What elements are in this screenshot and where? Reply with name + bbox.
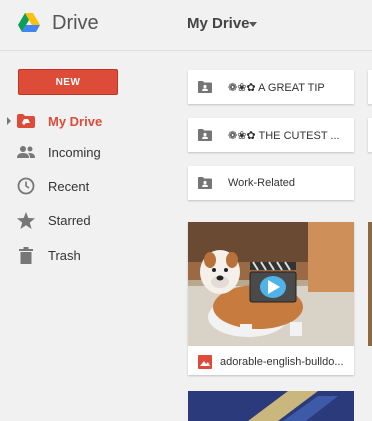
file-thumbnail[interactable] [188,391,354,421]
sidebar-item-label: My Drive [48,113,103,129]
sidebar-item-trash[interactable]: Trash [0,241,170,269]
file-item[interactable] [368,222,372,346]
shared-folder-icon [198,81,212,93]
trash-icon [16,245,36,265]
sidebar-item-label: Starred [48,212,91,228]
image-file-icon [198,355,212,369]
folder-item[interactable] [368,70,372,104]
sidebar-item-my-drive[interactable]: My Drive [0,107,170,135]
sidebar-item-recent[interactable]: Recent [0,172,170,200]
people-icon [16,142,36,162]
sidebar-item-label: Trash [48,247,81,263]
star-icon [16,210,36,230]
folder-name: ❁❀✿ A GREAT TIP [228,81,325,94]
chevron-down-icon[interactable] [249,22,257,27]
sidebar-item-label: Incoming [48,144,101,160]
drive-folder-icon [16,111,36,131]
folder-item[interactable]: Work-Related [188,166,354,200]
file-name: adorable-english-bulldo... [220,356,344,368]
current-folder-title[interactable]: My Drive [187,15,250,32]
new-button[interactable]: NEW [18,69,118,95]
shared-folder-icon [198,129,212,141]
sidebar-item-incoming[interactable]: Incoming [0,138,170,166]
top-bar: Drive My Drive [0,0,372,51]
expand-arrow-icon[interactable] [7,117,11,125]
sidebar-item-label: Recent [48,178,90,194]
folder-name: Work-Related [228,177,296,189]
play-icon[interactable] [249,261,297,303]
file-item[interactable] [188,391,354,421]
sidebar-item-starred[interactable]: Starred [0,206,170,234]
app-title[interactable]: Drive [52,12,99,35]
file-grid: ❁❀✿ A GREAT TIP ❁❀✿ THE CUTEST ... Work-… [170,51,372,421]
clock-icon [16,176,36,196]
video-thumbnail[interactable] [188,222,354,346]
folder-item[interactable] [368,118,372,152]
folder-name: ❁❀✿ THE CUTEST ... [228,129,340,142]
shared-folder-icon [198,177,212,189]
file-item[interactable]: adorable-english-bulldo... [188,222,354,375]
drive-logo-icon[interactable] [18,13,40,33]
folder-item[interactable]: ❁❀✿ A GREAT TIP [188,70,354,104]
folder-item[interactable]: ❁❀✿ THE CUTEST ... [188,118,354,152]
sidebar: NEW My Drive Incoming Recent Starred Tra… [0,51,170,413]
